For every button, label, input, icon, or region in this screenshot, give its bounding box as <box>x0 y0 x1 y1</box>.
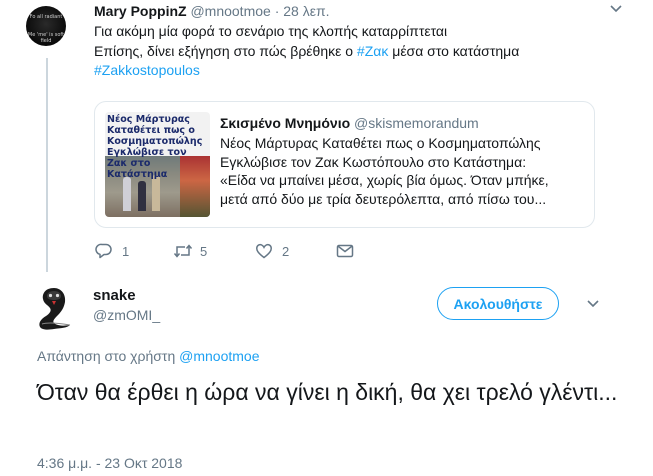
retweet-icon <box>173 242 193 260</box>
author-name[interactable]: Mary PoppinZ <box>94 3 187 19</box>
replying-to: Απάντηση στο χρήστη @mnootmoe <box>37 348 259 364</box>
quoted-text-line: Νέος Μάρτυρας Καταθέτει πως ο Κοσμηματοπ… <box>220 135 541 151</box>
quoted-text-line: «Είδα να μπαίνει μέσα, χωρίς βία όμως. Ό… <box>220 172 549 188</box>
message-icon <box>336 242 354 260</box>
reply-button[interactable]: 1 <box>95 242 129 260</box>
quoted-author-handle: @skismemorandum <box>354 115 479 131</box>
hashtag-link[interactable]: #Zakkostopoulos <box>94 62 200 78</box>
quoted-tweet-header: Σκισμένο Μνημόνιο @skismemorandum <box>220 115 590 131</box>
reply-count: 1 <box>122 243 130 259</box>
photo-figure <box>123 177 131 211</box>
author-name[interactable]: snake <box>93 287 136 304</box>
tweet-text-fragment: Επίσης, δίνει εξήγηση στο πώς βρέθηκε ο <box>94 42 357 59</box>
author-handle[interactable]: @zmOMI_ <box>93 307 160 323</box>
photo-figure <box>138 181 146 211</box>
quoted-tweet-card[interactable]: Νέος Μάρτυρας Καταθέτει πως ο Κοσμηματοπ… <box>94 101 595 228</box>
like-icon <box>255 242 273 260</box>
quoted-text-line: Εγκλώβισε τον Ζακ Κωστόπουλο στο Κατάστη… <box>220 153 527 170</box>
tweet-time[interactable]: 28 λεπ. <box>283 3 329 19</box>
author-handle[interactable]: @mnootmoe <box>190 3 270 19</box>
tweet-text-fragment: μέσα στο κατάστημα <box>388 42 520 59</box>
timestamp[interactable]: 4:36 μ.μ. - 23 Οκτ 2018 <box>37 455 182 471</box>
replying-to-label: Απάντηση στο χρήστη <box>37 348 180 364</box>
avatar-text: Fo all radiant <box>29 14 63 20</box>
direct-message-button[interactable] <box>336 242 354 260</box>
retweet-count: 5 <box>200 243 208 259</box>
avatar[interactable]: Fo all radiant Me 'me' is soft field <box>26 6 66 46</box>
tweet-text-line: Επίσης, δίνει εξήγηση στο πώς βρέθηκε ο … <box>94 42 519 62</box>
quoted-text-line: μετά από δύο με τρία δευτερόλεπτα, από π… <box>220 190 547 207</box>
cobra-icon <box>39 288 71 330</box>
quoted-tweet-image: Νέος Μάρτυρας Καταθέτει πως ο Κοσμηματοπ… <box>105 112 210 217</box>
quoted-tweet-body: Σκισμένο Μνημόνιο @skismemorandum Νέος Μ… <box>220 115 590 208</box>
caret-down-icon[interactable] <box>610 4 622 16</box>
follow-button[interactable]: Ακολουθήστε <box>437 287 559 320</box>
photo-figure <box>152 175 160 211</box>
quoted-author-name: Σκισμένο Μνημόνιο <box>220 115 351 131</box>
mention-link[interactable]: @mnootmoe <box>179 348 259 364</box>
like-button[interactable]: 2 <box>255 242 289 260</box>
quoted-tweet-text: Νέος Μάρτυρας Καταθέτει πως ο Κοσμηματοπ… <box>220 134 590 208</box>
quoted-image-headline: Νέος Μάρτυρας Καταθέτει πως ο Κοσμηματοπ… <box>107 114 203 180</box>
tweet-text: Όταν θα έρθει η ώρα να γίνει η δική, θα … <box>37 379 618 405</box>
reply-icon <box>95 242 113 260</box>
retweet-button[interactable]: 5 <box>173 242 207 260</box>
avatar-text: Me 'me' is soft field <box>27 32 65 44</box>
hashtag-link[interactable]: #Ζακ <box>357 43 388 59</box>
caret-down-icon[interactable] <box>587 299 599 311</box>
tweet-header: Mary PoppinZ @mnootmoe · 28 λεπ. <box>94 3 330 19</box>
avatar[interactable] <box>30 284 78 332</box>
like-count: 2 <box>282 243 290 259</box>
tweet-time-separator: · <box>274 3 280 19</box>
tweet-text: Για ακόμη μία φορά το σενάριο της κλοπής… <box>94 22 519 81</box>
thread-connector-line <box>46 58 48 272</box>
tweet-text-line: Για ακόμη μία φορά το σενάριο της κλοπής… <box>94 23 448 39</box>
